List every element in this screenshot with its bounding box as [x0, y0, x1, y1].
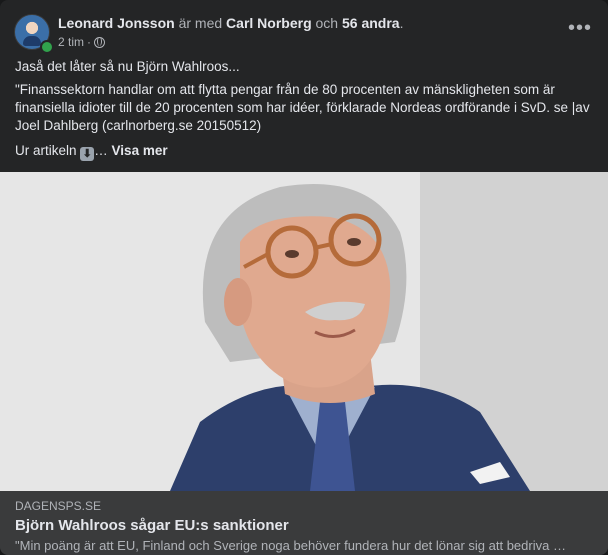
avatar-shirt [23, 36, 41, 46]
and-label: och [315, 15, 339, 31]
post-card: Leonard Jonsson är med Carl Norberg och … [0, 0, 608, 555]
right-eye [347, 238, 361, 246]
down-arrow-emoji-icon: ⬇ [80, 147, 95, 161]
post-text-article: Ur artikeln ⬇… Visa mer [15, 142, 595, 161]
globe-icon [94, 36, 106, 48]
portrait-illustration [0, 172, 608, 491]
link-preview-card[interactable]: DAGENSPS.SE Björn Wahlroos sågar EU:s sa… [0, 491, 608, 555]
others-count[interactable]: 56 andra [342, 15, 400, 31]
online-status-icon [40, 40, 54, 54]
post-text-line: Jaså det låter så nu Björn Wahlroos... [15, 59, 240, 74]
with-label: är med [178, 15, 223, 31]
text-ellipsis: … [94, 143, 108, 158]
post-header: Leonard Jonsson är med Carl Norberg och … [14, 14, 594, 54]
author-name[interactable]: Leonard Jonsson [58, 15, 175, 31]
post-text-quote: "Finanssektorn handlar om att flytta pen… [15, 82, 590, 133]
link-domain: DAGENSPS.SE [15, 499, 102, 513]
left-eye [285, 250, 299, 258]
tagged-person[interactable]: Carl Norberg [226, 15, 312, 31]
post-time[interactable]: 2 tim [58, 35, 84, 49]
link-title[interactable]: Björn Wahlroos sågar EU:s sanktioner [15, 517, 289, 534]
post-meta: 2 tim · [58, 35, 106, 49]
link-description: "Min poäng är att EU, Finland och Sverig… [15, 538, 566, 553]
meta-separator: · [87, 35, 92, 49]
more-options-button[interactable]: ••• [566, 18, 594, 42]
link-preview-image[interactable] [0, 172, 608, 491]
ear [224, 278, 252, 326]
period: . [399, 15, 404, 31]
post-header-line: Leonard Jonsson är med Carl Norberg och … [58, 15, 403, 31]
see-more-link[interactable]: Visa mer [112, 143, 168, 158]
article-label: Ur artikeln [15, 143, 77, 158]
